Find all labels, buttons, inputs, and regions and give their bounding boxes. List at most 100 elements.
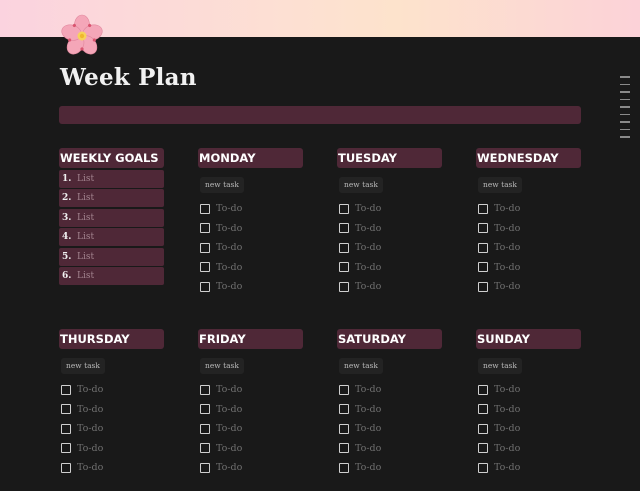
checkbox[interactable] [200, 462, 210, 473]
goal-item[interactable]: 1. List [59, 169, 164, 188]
new-task-button[interactable]: new task [200, 177, 244, 193]
todo-label[interactable]: To-do [216, 384, 242, 395]
todo-label[interactable]: To-do [355, 443, 381, 454]
checkbox[interactable] [61, 384, 71, 395]
goal-item[interactable]: 4. List [59, 228, 164, 246]
checkbox[interactable] [339, 462, 349, 473]
checkbox[interactable] [61, 404, 71, 415]
todo-label[interactable]: To-do [494, 404, 520, 415]
goal-item[interactable]: 5. List [59, 247, 164, 266]
checkbox[interactable] [200, 262, 210, 273]
todo-label[interactable]: To-do [355, 223, 381, 234]
checkbox[interactable] [339, 262, 349, 273]
checkbox[interactable] [339, 404, 349, 415]
todo-item[interactable]: To-do [337, 458, 442, 478]
checkbox[interactable] [61, 462, 71, 473]
todo-label[interactable]: To-do [494, 443, 520, 454]
todo-label[interactable]: To-do [355, 404, 381, 415]
checkbox[interactable] [61, 423, 71, 434]
new-task-button[interactable]: new task [200, 358, 244, 374]
todo-label[interactable]: To-do [216, 423, 242, 434]
todo-item[interactable]: To-do [476, 439, 581, 459]
checkbox[interactable] [61, 443, 71, 454]
todo-label[interactable]: To-do [216, 203, 242, 214]
todo-item[interactable]: To-do [337, 380, 442, 400]
todo-label[interactable]: To-do [77, 384, 103, 395]
goal-text[interactable]: List [75, 174, 94, 184]
todo-label[interactable]: To-do [494, 262, 520, 273]
todo-item[interactable]: To-do [198, 458, 303, 478]
todo-item[interactable]: To-do [59, 439, 164, 459]
goal-text[interactable]: List [75, 193, 94, 203]
todo-label[interactable]: To-do [355, 262, 381, 273]
checkbox[interactable] [200, 443, 210, 454]
todo-label[interactable]: To-do [77, 423, 103, 434]
todo-label[interactable]: To-do [355, 281, 381, 292]
todo-item[interactable]: To-do [337, 400, 442, 420]
checkbox[interactable] [478, 462, 488, 473]
todo-item[interactable]: To-do [337, 258, 442, 278]
new-task-button[interactable]: new task [478, 177, 522, 193]
checkbox[interactable] [200, 423, 210, 434]
todo-item[interactable]: To-do [198, 277, 303, 297]
todo-label[interactable]: To-do [216, 262, 242, 273]
new-task-button[interactable]: new task [339, 177, 383, 193]
todo-item[interactable]: To-do [476, 380, 581, 400]
new-task-button[interactable]: new task [339, 358, 383, 374]
checkbox[interactable] [200, 404, 210, 415]
goal-item[interactable]: 6. List [59, 267, 164, 285]
checkbox[interactable] [339, 443, 349, 454]
checkbox[interactable] [339, 384, 349, 395]
checkbox[interactable] [200, 223, 210, 234]
checkbox[interactable] [339, 423, 349, 434]
todo-label[interactable]: To-do [355, 423, 381, 434]
todo-item[interactable]: To-do [476, 219, 581, 239]
checkbox[interactable] [478, 262, 488, 273]
todo-item[interactable]: To-do [337, 238, 442, 258]
todo-item[interactable]: To-do [59, 400, 164, 420]
checkbox[interactable] [478, 423, 488, 434]
todo-item[interactable]: To-do [198, 238, 303, 258]
todo-item[interactable]: To-do [59, 419, 164, 439]
todo-item[interactable]: To-do [337, 219, 442, 239]
todo-label[interactable]: To-do [494, 423, 520, 434]
todo-label[interactable]: To-do [216, 242, 242, 253]
todo-label[interactable]: To-do [355, 384, 381, 395]
new-task-button[interactable]: new task [61, 358, 105, 374]
checkbox[interactable] [339, 203, 349, 214]
todo-label[interactable]: To-do [494, 462, 520, 473]
goal-item[interactable]: 3. List [59, 208, 164, 227]
checkbox[interactable] [478, 242, 488, 253]
goal-text[interactable]: List [75, 271, 94, 281]
checkbox[interactable] [339, 281, 349, 292]
todo-item[interactable]: To-do [476, 400, 581, 420]
goal-text[interactable]: List [75, 232, 94, 242]
checkbox[interactable] [478, 223, 488, 234]
todo-label[interactable]: To-do [216, 462, 242, 473]
todo-item[interactable]: To-do [198, 419, 303, 439]
todo-label[interactable]: To-do [77, 404, 103, 415]
todo-label[interactable]: To-do [77, 462, 103, 473]
goal-text[interactable]: List [75, 213, 94, 223]
todo-label[interactable]: To-do [355, 242, 381, 253]
new-task-button[interactable]: new task [478, 358, 522, 374]
todo-item[interactable]: To-do [198, 439, 303, 459]
todo-item[interactable]: To-do [476, 199, 581, 219]
todo-label[interactable]: To-do [494, 223, 520, 234]
table-of-contents-indicator[interactable] [620, 76, 630, 144]
todo-label[interactable]: To-do [494, 384, 520, 395]
todo-label[interactable]: To-do [216, 281, 242, 292]
todo-item[interactable]: To-do [198, 400, 303, 420]
checkbox[interactable] [478, 281, 488, 292]
todo-item[interactable]: To-do [476, 419, 581, 439]
checkbox[interactable] [478, 443, 488, 454]
checkbox[interactable] [478, 404, 488, 415]
checkbox[interactable] [200, 281, 210, 292]
todo-item[interactable]: To-do [198, 258, 303, 278]
checkbox[interactable] [339, 242, 349, 253]
todo-label[interactable]: To-do [216, 223, 242, 234]
todo-label[interactable]: To-do [355, 203, 381, 214]
todo-item[interactable]: To-do [198, 219, 303, 239]
checkbox[interactable] [200, 203, 210, 214]
checkbox[interactable] [478, 384, 488, 395]
